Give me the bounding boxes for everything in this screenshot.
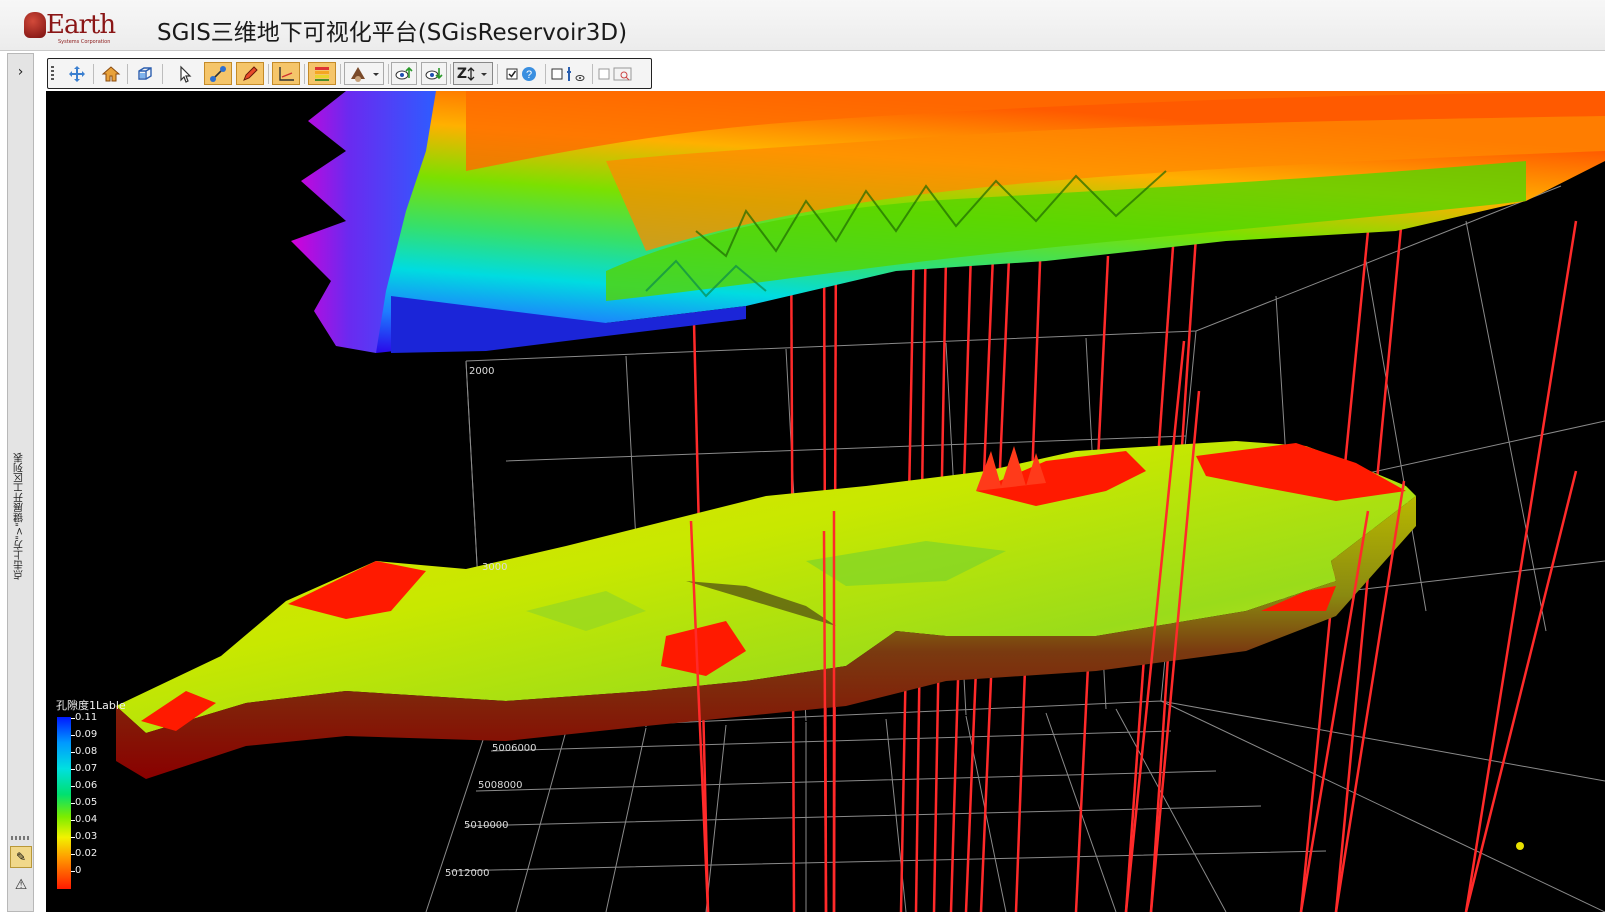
- axis-grid-icon: [276, 64, 296, 84]
- upper-horizon-surface: [291, 91, 1605, 353]
- eye-up-icon: [394, 64, 414, 84]
- pencil-edit-icon: [240, 64, 260, 84]
- toolbar-separator: [450, 64, 451, 84]
- toolbar-separator: [127, 64, 128, 84]
- z-scale-dropdown-icon: Z: [457, 64, 489, 84]
- legend-value: 0.06: [75, 780, 98, 791]
- title-bar: Earth Systems Corporation SGIS三维地下可视化平台(…: [0, 0, 1605, 51]
- expand-panel-button[interactable]: ›: [10, 60, 31, 84]
- legend-color-bar: [57, 717, 71, 889]
- toolbar-separator: [162, 64, 163, 84]
- z-scale-dropdown-button[interactable]: Z: [453, 62, 493, 85]
- eye-down-icon: [424, 64, 444, 84]
- 3d-viewport[interactable]: 2000 3000 5006000 5008000 5010000 501200…: [46, 91, 1605, 912]
- compass-icon[interactable]: ⚠: [10, 874, 32, 896]
- depth-tick-3000: 3000: [482, 562, 507, 573]
- panel-hint-label: 点击上方">"键展开工区列表: [14, 452, 26, 580]
- well-view-toggle-button[interactable]: [548, 62, 588, 85]
- toolbar-separator: [93, 64, 94, 84]
- svg-text:?: ?: [526, 69, 532, 81]
- northing-tick-5006000: 5006000: [492, 743, 537, 754]
- logo-tagline: Systems Corporation: [58, 39, 111, 45]
- porosity-color-legend: 孔隙度1Lable 0.11 0.09 0.08 0.07 0.06 0.05 …: [55, 697, 135, 897]
- reservoir-3d-scene[interactable]: 2000 3000 5006000 5008000 5010000 501200…: [46, 91, 1605, 912]
- pan-icon: [67, 64, 87, 84]
- toolbar-separator: [268, 64, 269, 84]
- legend-value: 0.11: [75, 712, 98, 723]
- legend-value: 0.05: [75, 797, 98, 808]
- toolbar-separator: [340, 64, 341, 84]
- home-icon: [101, 64, 121, 84]
- well-connect-icon: [208, 64, 228, 84]
- legend-value: 0: [75, 865, 82, 876]
- checkbox-help-icon: ?: [505, 64, 539, 84]
- layer-stack-button[interactable]: [308, 62, 336, 85]
- select-pointer-icon: [175, 64, 195, 84]
- layer-stack-icon: [312, 64, 332, 84]
- pan-button[interactable]: [64, 62, 90, 85]
- scene-marker: [1516, 842, 1524, 850]
- light-dropdown-icon: [347, 64, 381, 84]
- legend-value: 0.07: [75, 763, 98, 774]
- light-dropdown-button[interactable]: [344, 62, 384, 85]
- legend-value: 0.09: [75, 729, 98, 740]
- screenshot-toggle-button[interactable]: [595, 62, 637, 85]
- logo-emblem-icon: [24, 12, 46, 38]
- pencil-edit-button[interactable]: [236, 62, 264, 85]
- main-toolbar: Z ?: [47, 58, 652, 89]
- properties-icon[interactable]: ✎: [10, 846, 32, 868]
- axis-grid-button[interactable]: [272, 62, 300, 85]
- checkbox-screenshot-icon: [597, 64, 635, 84]
- toolbar-separator: [304, 64, 305, 84]
- select-pointer-button[interactable]: [172, 62, 198, 85]
- work-area-side-panel: › 点击上方">"键展开工区列表 ✎ ⚠: [7, 53, 34, 912]
- z-scale-label: Z: [456, 65, 468, 82]
- app-title: SGIS三维地下可视化平台(SGisReservoir3D): [157, 20, 628, 46]
- help-toggle-button[interactable]: ?: [503, 62, 541, 85]
- bounding-box-icon: [135, 64, 155, 84]
- checkbox-well-view-icon: [550, 64, 586, 84]
- depth-tick-2000: 2000: [469, 366, 494, 377]
- reservoir-model: [116, 441, 1416, 779]
- northing-tick-5008000: 5008000: [478, 780, 523, 791]
- northing-tick-5010000: 5010000: [464, 820, 509, 831]
- toolbar-separator: [388, 64, 389, 84]
- legend-title: 孔隙度1Lable: [56, 699, 126, 712]
- eye-up-button[interactable]: [391, 62, 417, 85]
- well-connect-button[interactable]: [204, 62, 232, 85]
- legend-value: 0.04: [75, 814, 98, 825]
- eye-down-button[interactable]: [421, 62, 447, 85]
- logo-wordmark: Earth: [46, 10, 116, 40]
- home-button[interactable]: [98, 62, 124, 85]
- toolbar-separator: [497, 64, 498, 84]
- toolbar-separator: [545, 64, 546, 84]
- northing-tick-5012000: 5012000: [445, 868, 490, 879]
- toolbar-separator: [592, 64, 593, 84]
- toolbar-grip[interactable]: [51, 66, 54, 82]
- legend-value: 0.08: [75, 746, 98, 757]
- earth-logo: Earth Systems Corporation: [24, 10, 124, 46]
- bounding-box-button[interactable]: [132, 62, 158, 85]
- legend-value: 0.03: [75, 831, 98, 842]
- legend-value: 0.02: [75, 848, 98, 859]
- panel-resize-grip[interactable]: [11, 836, 31, 840]
